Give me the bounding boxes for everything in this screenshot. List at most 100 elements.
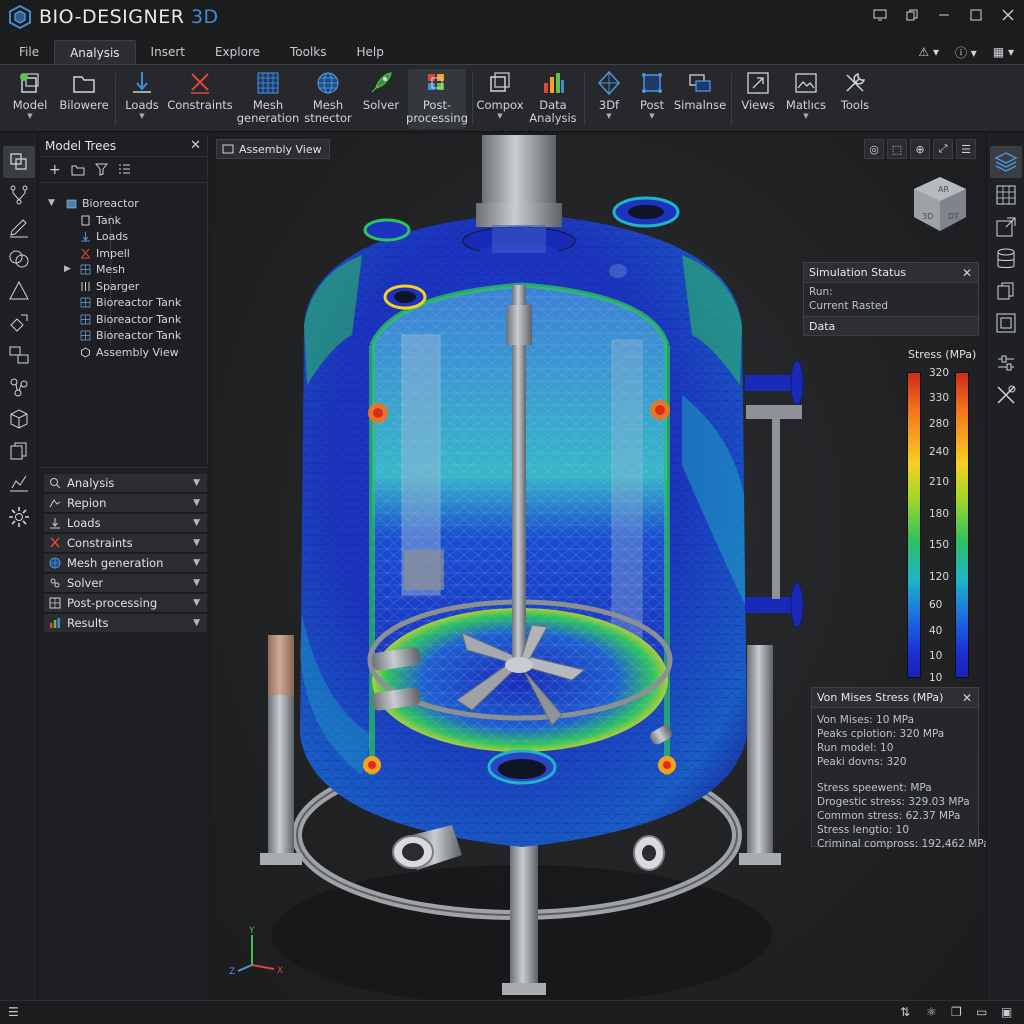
close-icon[interactable]: ✕: [190, 138, 201, 153]
compox-icon: [490, 72, 510, 92]
globe-icon[interactable]: ◎: [864, 139, 884, 159]
rail-pattern-icon[interactable]: [7, 343, 31, 367]
help-icon[interactable]: ⓘ ▾: [955, 44, 977, 61]
tree-item-label: Tank: [96, 213, 121, 227]
ribbon-mesh-stnector-label: Mesh stnector: [304, 98, 352, 125]
status-data-row[interactable]: Data: [804, 316, 978, 336]
ribbon-constraints-button[interactable]: Constraints: [167, 69, 233, 129]
folder-icon[interactable]: [71, 164, 85, 176]
ribbon-views-button[interactable]: Views: [738, 69, 778, 129]
minimize-icon[interactable]: [928, 0, 960, 30]
tree-item-bioreactor-tank-3[interactable]: Bioreactor Tank: [80, 327, 181, 343]
ribbon-loads-button[interactable]: Loads ▼: [122, 69, 162, 129]
copy-icon[interactable]: [994, 279, 1018, 303]
tree-item-sparger[interactable]: Sparger: [80, 278, 139, 294]
warning-icon[interactable]: ⚠ ▾: [918, 45, 939, 59]
list-icon[interactable]: [118, 163, 131, 176]
ribbon-bilowere-button[interactable]: Bilowere: [59, 69, 109, 129]
tree-item-bioreactor-tank-2[interactable]: Bioreactor Tank: [80, 311, 181, 327]
panel-icon[interactable]: ▣: [1001, 1005, 1017, 1021]
menu-analysis[interactable]: Analysis: [54, 40, 136, 64]
accordion-mesh-generation[interactable]: Mesh generation ▼: [44, 554, 207, 573]
window-icon[interactable]: ▭: [976, 1005, 992, 1021]
rail-model-icon[interactable]: [3, 146, 35, 178]
ribbon-simalnse-button[interactable]: Simalnse: [674, 69, 726, 129]
tree-item-impell[interactable]: Impell: [80, 245, 130, 261]
ribbon-model-button[interactable]: Model ▼: [10, 69, 50, 129]
close-icon[interactable]: ✕: [962, 691, 972, 705]
rail-branch-icon[interactable]: [7, 183, 31, 207]
rail-boolean-icon[interactable]: [7, 247, 31, 271]
maximize-icon[interactable]: [960, 0, 992, 30]
ribbon-post-processing-button[interactable]: Post- processing: [406, 69, 468, 129]
accordion-results[interactable]: Results ▼: [44, 614, 207, 633]
close-icon[interactable]: ✕: [962, 266, 972, 280]
menu-icon[interactable]: ☰: [956, 139, 976, 159]
accordion-analysis[interactable]: Analysis ▼: [44, 474, 207, 493]
export-icon[interactable]: [994, 215, 1018, 239]
ribbon-compox-button[interactable]: Compox ▼: [476, 69, 524, 129]
ribbon-mesh-generation-button[interactable]: Mesh generation: [237, 69, 299, 129]
close-icon[interactable]: [992, 0, 1024, 30]
adjust-icon[interactable]: [994, 351, 1018, 375]
tree-item-tank[interactable]: Tank: [80, 212, 121, 228]
ribbon-matlics-button[interactable]: Matlıcs ▼: [784, 69, 828, 129]
menu-tools[interactable]: Toolks: [275, 40, 342, 64]
expand-icon[interactable]: ⤢: [933, 139, 953, 159]
view-cube-top: AR: [938, 185, 949, 194]
rail-molecule-icon[interactable]: [7, 375, 31, 399]
chevron-down-icon[interactable]: ▼: [48, 198, 60, 208]
tools-icon[interactable]: [994, 383, 1018, 407]
ribbon-3df-button[interactable]: 3Df ▼: [590, 69, 628, 129]
view-cube-right: DT: [948, 212, 959, 221]
molecule-icon[interactable]: ⚛: [926, 1005, 942, 1021]
rail-triangle-icon[interactable]: [7, 279, 31, 303]
frame-icon[interactable]: [994, 311, 1018, 335]
chevron-right-icon[interactable]: ▶: [64, 264, 80, 274]
restore-down-icon[interactable]: [896, 0, 928, 30]
accordion-repion[interactable]: Repion ▼: [44, 494, 207, 513]
rail-sketch-icon[interactable]: [7, 215, 31, 239]
assembly-view-tab[interactable]: Assembly View: [216, 139, 330, 159]
view-cube[interactable]: AR 3D DT: [910, 173, 970, 237]
menu-explore[interactable]: Explore: [200, 40, 275, 64]
zoom-icon[interactable]: ⊕: [910, 139, 930, 159]
accordion-constraints[interactable]: Constraints ▼: [44, 534, 207, 553]
database-icon[interactable]: [994, 247, 1018, 271]
results-icon: [50, 618, 60, 628]
tree-item-bioreactor-tank-1[interactable]: Bioreactor Tank: [80, 294, 181, 310]
add-icon[interactable]: +: [49, 162, 61, 178]
ribbon-mesh-stnector-button[interactable]: Mesh stnector: [302, 69, 354, 129]
rail-chart-icon[interactable]: [7, 471, 31, 495]
ribbon-data-analysis-label: Data Analysis: [529, 98, 577, 125]
sync-icon[interactable]: ⇅: [900, 1005, 916, 1021]
ribbon-separator: [115, 73, 116, 125]
layers-icon[interactable]: [990, 146, 1022, 178]
ribbon-solver-button[interactable]: Solver: [360, 69, 402, 129]
ribbon-post-button[interactable]: Post ▼: [634, 69, 670, 129]
accordion-loads[interactable]: Loads ▼: [44, 514, 207, 533]
fit-view-icon[interactable]: ⬚: [887, 139, 907, 159]
tree-item-mesh[interactable]: ▶ Mesh: [64, 261, 125, 277]
tree-item-bioreactor[interactable]: ▼ Bioreactor: [48, 195, 139, 211]
rail-transform-icon[interactable]: [7, 311, 31, 335]
grid-icon[interactable]: [994, 183, 1018, 207]
status-data-label: Data: [809, 319, 836, 333]
tree-item-assembly-view[interactable]: Assembly View: [80, 344, 179, 360]
rail-settings-icon[interactable]: [7, 505, 31, 529]
menu-file[interactable]: File: [4, 40, 54, 64]
filter-icon[interactable]: [94, 163, 108, 176]
accordion-solver[interactable]: Solver ▼: [44, 574, 207, 593]
ribbon-data-analysis-button[interactable]: Data Analysis: [528, 69, 578, 129]
list-icon[interactable]: ☰: [8, 1005, 24, 1021]
monitor-icon[interactable]: [864, 0, 896, 30]
menu-help[interactable]: Help: [342, 40, 399, 64]
layout-icon[interactable]: ▦ ▾: [993, 45, 1014, 59]
rail-cube-icon[interactable]: [7, 407, 31, 431]
menu-insert[interactable]: Insert: [136, 40, 200, 64]
tree-item-loads[interactable]: Loads: [80, 228, 128, 244]
accordion-post-processing[interactable]: Post-processing ▼: [44, 594, 207, 613]
ribbon-tools-button[interactable]: Tools: [836, 69, 874, 129]
rail-copy-icon[interactable]: [7, 439, 31, 463]
copy-icon[interactable]: ❐: [951, 1005, 967, 1021]
